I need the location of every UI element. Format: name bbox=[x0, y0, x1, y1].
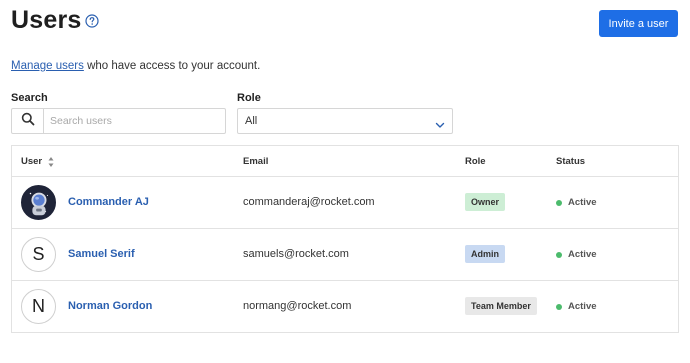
role-badge: Team Member bbox=[465, 297, 537, 315]
user-email: samuels@rocket.com bbox=[243, 248, 349, 260]
astronaut-icon bbox=[22, 186, 55, 219]
invite-user-button[interactable]: Invite a user bbox=[599, 10, 678, 37]
role-badge: Admin bbox=[465, 245, 505, 263]
avatar: N bbox=[21, 289, 56, 324]
role-select[interactable]: All bbox=[237, 108, 453, 134]
avatar bbox=[21, 185, 56, 220]
column-header-status: Status bbox=[556, 156, 586, 167]
page-description: Manage users who have access to your acc… bbox=[11, 60, 260, 72]
table-row: Commander AJ commanderaj@rocket.com Owne… bbox=[12, 177, 678, 229]
sort-icon[interactable] bbox=[48, 155, 54, 167]
role-badge: Owner bbox=[465, 193, 506, 211]
manage-users-link[interactable]: Manage users bbox=[11, 60, 84, 72]
column-header-user[interactable]: User bbox=[21, 156, 42, 167]
status-dot-icon bbox=[556, 199, 562, 206]
table-header: User Email Role Status bbox=[12, 146, 678, 177]
status-text: Active bbox=[568, 249, 597, 260]
status-indicator: Active bbox=[556, 301, 597, 312]
column-header-email: Email bbox=[243, 156, 269, 167]
page-title: Users bbox=[11, 6, 82, 34]
avatar: S bbox=[21, 237, 56, 272]
role-selected-value: All bbox=[245, 115, 258, 127]
search-label: Search bbox=[11, 92, 48, 104]
search-field bbox=[11, 108, 226, 134]
user-name-link[interactable]: Commander AJ bbox=[68, 196, 149, 208]
table-row: N Norman Gordon normang@rocket.com Team … bbox=[12, 281, 678, 333]
user-name-link[interactable]: Norman Gordon bbox=[68, 300, 152, 312]
column-header-role: Role bbox=[465, 156, 486, 167]
search-button[interactable] bbox=[12, 109, 44, 133]
status-text: Active bbox=[568, 301, 597, 312]
user-email: commanderaj@rocket.com bbox=[243, 196, 375, 208]
user-name-link[interactable]: Samuel Serif bbox=[68, 248, 135, 260]
users-table: User Email Role Status Commander AJ comm… bbox=[11, 145, 679, 333]
user-email: normang@rocket.com bbox=[243, 300, 352, 312]
role-label: Role bbox=[237, 92, 261, 104]
status-dot-icon bbox=[556, 251, 562, 258]
table-row: S Samuel Serif samuels@rocket.com Admin … bbox=[12, 229, 678, 281]
help-icon[interactable] bbox=[85, 14, 99, 28]
search-icon bbox=[21, 112, 35, 131]
status-dot-icon bbox=[556, 303, 562, 310]
status-indicator: Active bbox=[556, 249, 597, 260]
status-text: Active bbox=[568, 197, 597, 208]
description-text: who have access to your account. bbox=[83, 60, 261, 72]
search-input[interactable] bbox=[44, 109, 225, 133]
page-header: Users Invite a user bbox=[11, 4, 678, 40]
status-indicator: Active bbox=[556, 197, 597, 208]
chevron-down-icon bbox=[435, 117, 445, 128]
